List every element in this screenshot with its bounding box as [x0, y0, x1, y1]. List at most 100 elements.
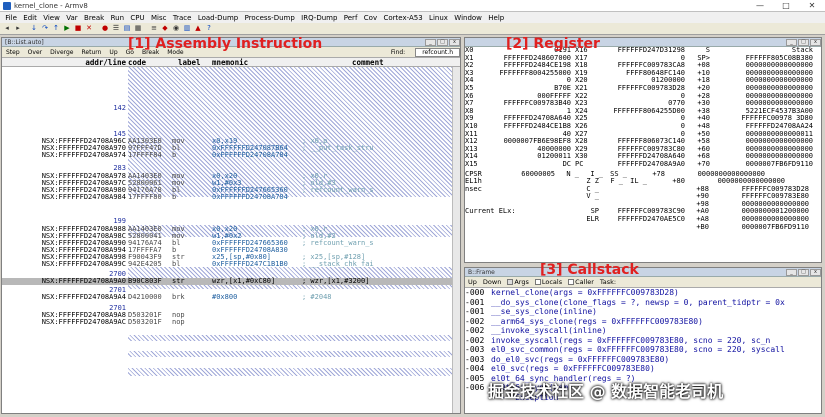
register-row[interactable]: X15 DC PC FFFFFFD24708A9A0 +70 0000007FB6FD91… [465, 159, 821, 169]
assembly-row[interactable]: NSX:FFFFFFD24708A9AC D503201F nop [2, 319, 452, 326]
callstack-frame[interactable]: -001 __se_sys_clone(inline) [465, 307, 821, 317]
step-over-icon[interactable]: ↷ [40, 24, 50, 33]
back-icon[interactable]: ◂ [2, 24, 12, 33]
up-button[interactable]: Up [105, 49, 121, 56]
col-code[interactable]: code [128, 58, 178, 67]
callstack-frame[interactable]: -000 kernel_clone(args = 0xFFFFFFC009783D… [465, 288, 821, 298]
source-hatch [128, 368, 452, 376]
menu-item-linux[interactable]: Linux [426, 14, 451, 22]
assembly-addr: NSX:FFFFFFD24708A9AC [41, 318, 126, 326]
flag-f: F _ [610, 177, 623, 186]
stop-icon[interactable]: ✕ [84, 24, 94, 33]
col-label[interactable]: label [178, 58, 212, 67]
frame-index: -002 [465, 316, 485, 326]
return-button[interactable]: Return [78, 49, 106, 56]
assembly-op: 0xFFFFFFD24708A784 [212, 151, 288, 159]
menu-item-cpu[interactable]: CPU [127, 14, 148, 22]
register-name: X15 [465, 159, 478, 168]
callstack-frame[interactable]: -001 __do_sys_clone(clone_flags = ?, news… [465, 298, 821, 308]
callstack-frame[interactable]: -002 __arm64_sys_clone(regs = 0xFFFFFFC00… [465, 317, 821, 327]
callstack-frame[interactable]: -003 do_el0_svc(regs = 0xFFFFFFC009783E80… [465, 355, 821, 365]
window-maximize-button[interactable]: □ [437, 38, 448, 46]
assembly-mn: bl [172, 186, 181, 194]
assembly-row[interactable]: NSX:FFFFFFD24708A9A4 D4210000 brk #0x800 ; #… [2, 294, 452, 301]
menu-item-window[interactable]: Window [451, 14, 485, 22]
locals-checkbox[interactable]: Locals [532, 278, 565, 286]
menu-item-help[interactable]: Help [485, 14, 507, 22]
window-minimize-button[interactable]: _ [786, 38, 797, 46]
window-maximize-button[interactable]: □ [798, 268, 809, 276]
register-icon[interactable]: ▤ [122, 24, 132, 33]
callstack-frame[interactable]: -004 el0_svc(regs = 0xFFFFFFC009783E80) [465, 364, 821, 374]
elr-label: ELR [586, 215, 599, 224]
assembly-mn: b [172, 193, 177, 201]
frame-function: __do_sys_clone(clone_flags = ?, newsp = … [491, 297, 785, 307]
breakpoint-icon[interactable]: ● [100, 24, 110, 33]
assembly-scrollbar[interactable] [452, 67, 460, 413]
diverge-button[interactable]: Diverge [46, 49, 77, 56]
assembly-row[interactable]: NSX:FFFFFFD24708A974 17FFFF84 b 0xFFFFFFD24… [2, 152, 452, 159]
assembly-mn: nop [172, 318, 185, 326]
assembly-row[interactable]: NSX:FFFFFFD24708A99C 942E4205 bl 0xFFFFFFD2… [2, 261, 452, 268]
down-button[interactable]: Down [480, 278, 504, 286]
var-icon[interactable]: ◆ [160, 24, 170, 33]
step-button[interactable]: Step [2, 49, 24, 56]
caller-checkbox[interactable]: Caller [565, 278, 597, 286]
close-button[interactable]: ✕ [799, 1, 825, 10]
break-icon[interactable]: ■ [73, 24, 83, 33]
menu-item-process-dump[interactable]: Process-Dump [241, 14, 298, 22]
callstack-frame[interactable]: -002 invoke_syscall(regs = 0xFFFFFFC00978… [465, 336, 821, 346]
col-mnemonic[interactable]: mnemonic [212, 58, 352, 67]
register-value: FFFFFFD2484CE1B8 [503, 121, 571, 130]
menu-item-view[interactable]: View [40, 14, 63, 22]
callstack-frame[interactable]: -002 __invoke_syscall(inline) [465, 326, 821, 336]
menu-item-perf[interactable]: Perf [341, 14, 361, 22]
cpsr-value: 60000005 [521, 169, 555, 178]
menu-item-cov[interactable]: Cov [361, 14, 381, 22]
window-close-button[interactable]: x [810, 38, 821, 46]
help-icon[interactable]: ? [204, 24, 214, 33]
assembly-list[interactable]: 142 145 283 199 2700 2701 2701 NSX:FFFFFFD24708… [2, 67, 460, 413]
over-button[interactable]: Over [24, 49, 46, 56]
trace-icon[interactable]: ▥ [182, 24, 192, 33]
frame-icon[interactable]: ≡ [149, 24, 159, 33]
watch-icon[interactable]: ◉ [171, 24, 181, 33]
menu-item-file[interactable]: File [2, 14, 20, 22]
forward-icon[interactable]: ▸ [13, 24, 23, 33]
up-button[interactable]: Up [465, 278, 480, 286]
maximize-button[interactable]: □ [773, 1, 799, 10]
go-icon[interactable]: ▶ [62, 24, 72, 33]
menu-item-trace[interactable]: Trace [170, 14, 195, 22]
assembly-row[interactable]: NSX:FFFFFFD24708A984 17FFFF80 b 0xFFFFFFD24… [2, 194, 452, 201]
find-input[interactable]: refcount.h [415, 47, 460, 57]
elr-value: FFFFFFD2470AE5C0 [617, 215, 685, 224]
col-addr[interactable]: addr/line [2, 58, 128, 67]
assembly-mn: brk [172, 293, 185, 301]
minimize-button[interactable]: — [747, 1, 773, 10]
current-instruction-row[interactable]: NSX:FFFFFFD24708A9A0 B90C803F str wzr,[x1,#… [2, 278, 452, 285]
menu-item-irq-dump[interactable]: IRQ-Dump [298, 14, 341, 22]
assembly-cm: ; refcount_warn_s [302, 239, 374, 247]
menu-item-edit[interactable]: Edit [20, 14, 40, 22]
window-close-button[interactable]: x [810, 268, 821, 276]
menu-item-misc[interactable]: Misc [148, 14, 170, 22]
window-close-button[interactable]: x [449, 38, 460, 46]
chart-icon[interactable]: ▲ [193, 24, 203, 33]
window-minimize-button[interactable]: _ [786, 268, 797, 276]
memory-icon[interactable]: ▦ [133, 24, 143, 33]
window-maximize-button[interactable]: □ [798, 38, 809, 46]
menu-item-run[interactable]: Run [107, 14, 127, 22]
window-minimize-button[interactable]: _ [425, 38, 436, 46]
up-icon[interactable]: ↑ [51, 24, 61, 33]
menu-item-var[interactable]: Var [63, 14, 81, 22]
register-list[interactable]: X0 0191 X16 FFFFFFD247D31298 S Stack X1 FFFFFFD… [465, 46, 821, 231]
assembly-op [212, 312, 302, 319]
menu-item-load-dump[interactable]: Load-Dump [195, 14, 242, 22]
list-icon[interactable]: ☰ [111, 24, 121, 33]
step-into-icon[interactable]: ↓ [29, 24, 39, 33]
menu-item-break[interactable]: Break [81, 14, 108, 22]
menu-item-cortex-a53[interactable]: Cortex-A53 [380, 14, 426, 22]
col-comment[interactable]: comment [352, 58, 384, 67]
callstack-frame[interactable]: -003 el0_svc_common(regs = 0xFFFFFFC00978… [465, 345, 821, 355]
args-checkbox[interactable]: Args [504, 278, 532, 286]
